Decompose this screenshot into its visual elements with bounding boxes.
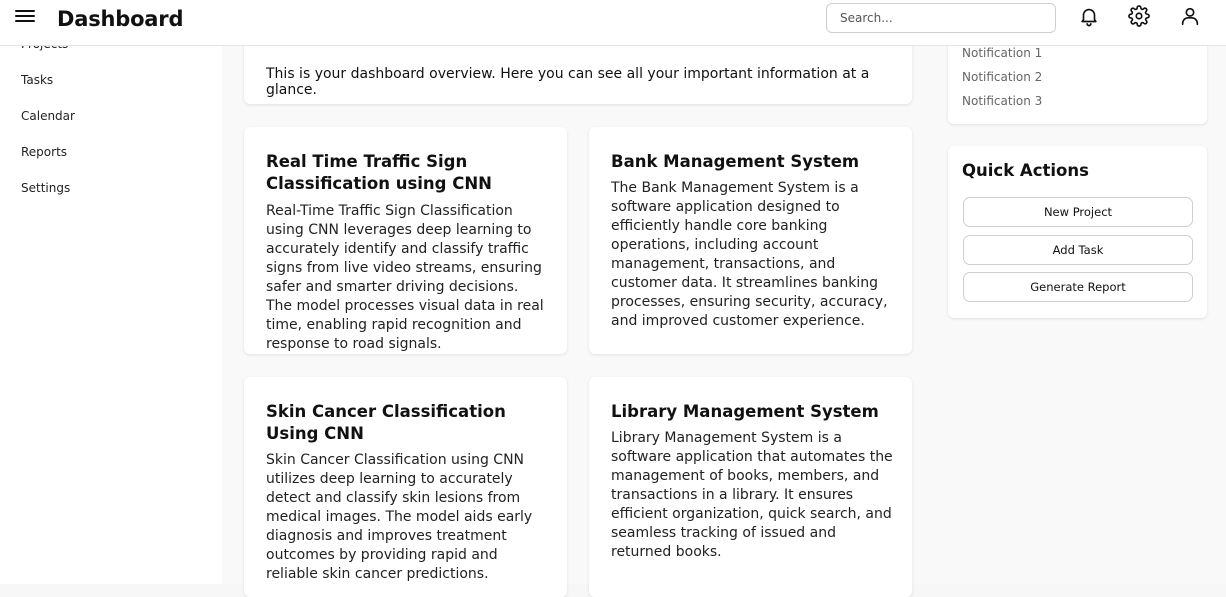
sidebar: Projects Tasks Calendar Reports Settings: [0, 0, 222, 584]
project-title: Bank Management System: [611, 152, 860, 171]
notification-item[interactable]: Notification 2: [962, 70, 1042, 84]
sidebar-item-reports[interactable]: Reports: [21, 145, 67, 159]
project-description: The Bank Management System is a software…: [611, 180, 888, 329]
notification-item[interactable]: Notification 1: [962, 46, 1042, 60]
project-title: Skin Cancer Classification Using CNN: [266, 402, 506, 443]
project-description: Real-Time Traffic Sign Classification us…: [266, 203, 544, 352]
add-task-button[interactable]: Add Task: [963, 235, 1193, 265]
project-card[interactable]: Library Management System Library Manage…: [589, 377, 912, 597]
new-project-button[interactable]: New Project: [963, 197, 1193, 227]
user-icon[interactable]: [1179, 5, 1201, 27]
project-description: Library Management System is a software …: [611, 430, 893, 560]
sidebar-item-settings[interactable]: Settings: [21, 181, 70, 195]
gear-icon[interactable]: [1128, 5, 1150, 27]
quick-actions-title: Quick Actions: [962, 161, 1089, 180]
bell-icon[interactable]: [1078, 5, 1100, 27]
project-title: Library Management System: [611, 402, 879, 421]
generate-report-button[interactable]: Generate Report: [963, 272, 1193, 302]
quick-actions-card: Quick Actions New Project Add Task Gener…: [948, 146, 1207, 318]
notification-item[interactable]: Notification 3: [962, 94, 1042, 108]
menu-icon[interactable]: [15, 8, 35, 28]
page-title: Dashboard: [57, 7, 184, 31]
top-bar: Dashboard: [0, 0, 1226, 46]
project-card[interactable]: Bank Management System The Bank Manageme…: [589, 127, 912, 354]
sidebar-item-calendar[interactable]: Calendar: [21, 109, 75, 123]
sidebar-item-tasks[interactable]: Tasks: [21, 73, 53, 87]
project-card[interactable]: Skin Cancer Classification Using CNN Ski…: [244, 377, 567, 597]
project-description: Skin Cancer Classification using CNN uti…: [266, 452, 533, 582]
project-title: Real Time Traffic Sign Classification us…: [266, 152, 492, 193]
search-input[interactable]: [826, 3, 1056, 33]
project-card[interactable]: Real Time Traffic Sign Classification us…: [244, 127, 567, 354]
welcome-text: This is your dashboard overview. Here yo…: [266, 66, 870, 98]
